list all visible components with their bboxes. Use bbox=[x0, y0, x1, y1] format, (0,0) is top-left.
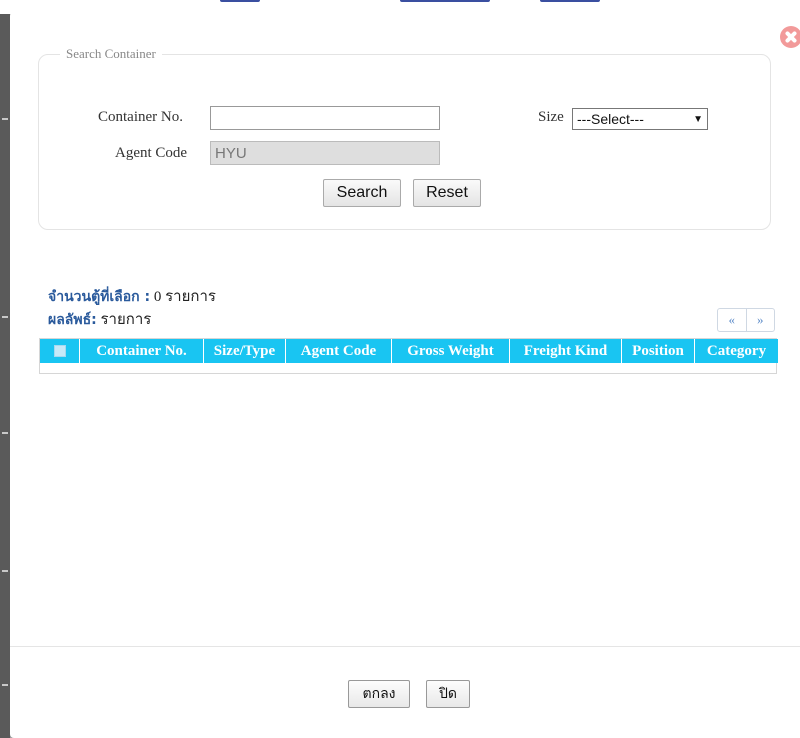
search-container-dialog: Search Container Container No. Size ---S… bbox=[10, 12, 800, 738]
selected-count-value: 0 รายการ bbox=[153, 289, 216, 305]
close-icon[interactable] bbox=[780, 26, 800, 48]
next-page-button[interactable]: » bbox=[747, 309, 775, 331]
column-header[interactable]: Size/Type bbox=[204, 339, 286, 363]
column-header[interactable]: Position bbox=[622, 339, 695, 363]
container-no-input[interactable] bbox=[210, 106, 440, 130]
column-header[interactable]: Category bbox=[695, 339, 778, 363]
select-all-checkbox[interactable] bbox=[53, 345, 66, 357]
close-button[interactable]: ปิด bbox=[426, 680, 470, 708]
ok-button[interactable]: ตกลง bbox=[348, 680, 410, 708]
size-label: Size bbox=[538, 109, 564, 125]
fieldset-legend: Search Container bbox=[60, 46, 162, 62]
prev-page-button[interactable]: « bbox=[718, 309, 747, 331]
column-header[interactable]: Container No. bbox=[80, 339, 204, 363]
background-link bbox=[220, 0, 260, 2]
reset-button[interactable]: Reset bbox=[413, 179, 481, 207]
result-count: ผลลัพธ์: รายการ bbox=[48, 307, 151, 331]
result-count-label: ผลลัพธ์: bbox=[48, 312, 97, 328]
pager: « » bbox=[717, 308, 775, 332]
footer-divider bbox=[10, 646, 800, 647]
background-link bbox=[540, 0, 600, 2]
selected-count-label: จำนวนตู้ที่เลือก : bbox=[48, 289, 151, 305]
background-page-edge bbox=[0, 14, 10, 738]
select-all-cell bbox=[40, 339, 80, 363]
background-link bbox=[400, 0, 490, 2]
agent-code-label: Agent Code bbox=[115, 145, 188, 161]
chevron-down-icon: ▼ bbox=[693, 113, 703, 125]
container-no-label: Container No. bbox=[98, 109, 183, 125]
column-header[interactable]: Freight Kind bbox=[510, 339, 622, 363]
agent-code-input[interactable] bbox=[210, 141, 440, 165]
container-table: Container No. Size/Type Agent Code Gross… bbox=[39, 338, 778, 374]
result-count-value: รายการ bbox=[100, 312, 152, 328]
size-select[interactable]: ---Select--- ▼ bbox=[572, 108, 708, 130]
search-button[interactable]: Search bbox=[323, 179, 401, 207]
size-select-value: ---Select--- bbox=[577, 111, 644, 127]
table-header: Container No. Size/Type Agent Code Gross… bbox=[40, 339, 778, 363]
selected-count: จำนวนตู้ที่เลือก : 0 รายการ bbox=[48, 284, 216, 308]
column-header[interactable]: Agent Code bbox=[286, 339, 392, 363]
column-header[interactable]: Gross Weight bbox=[392, 339, 510, 363]
